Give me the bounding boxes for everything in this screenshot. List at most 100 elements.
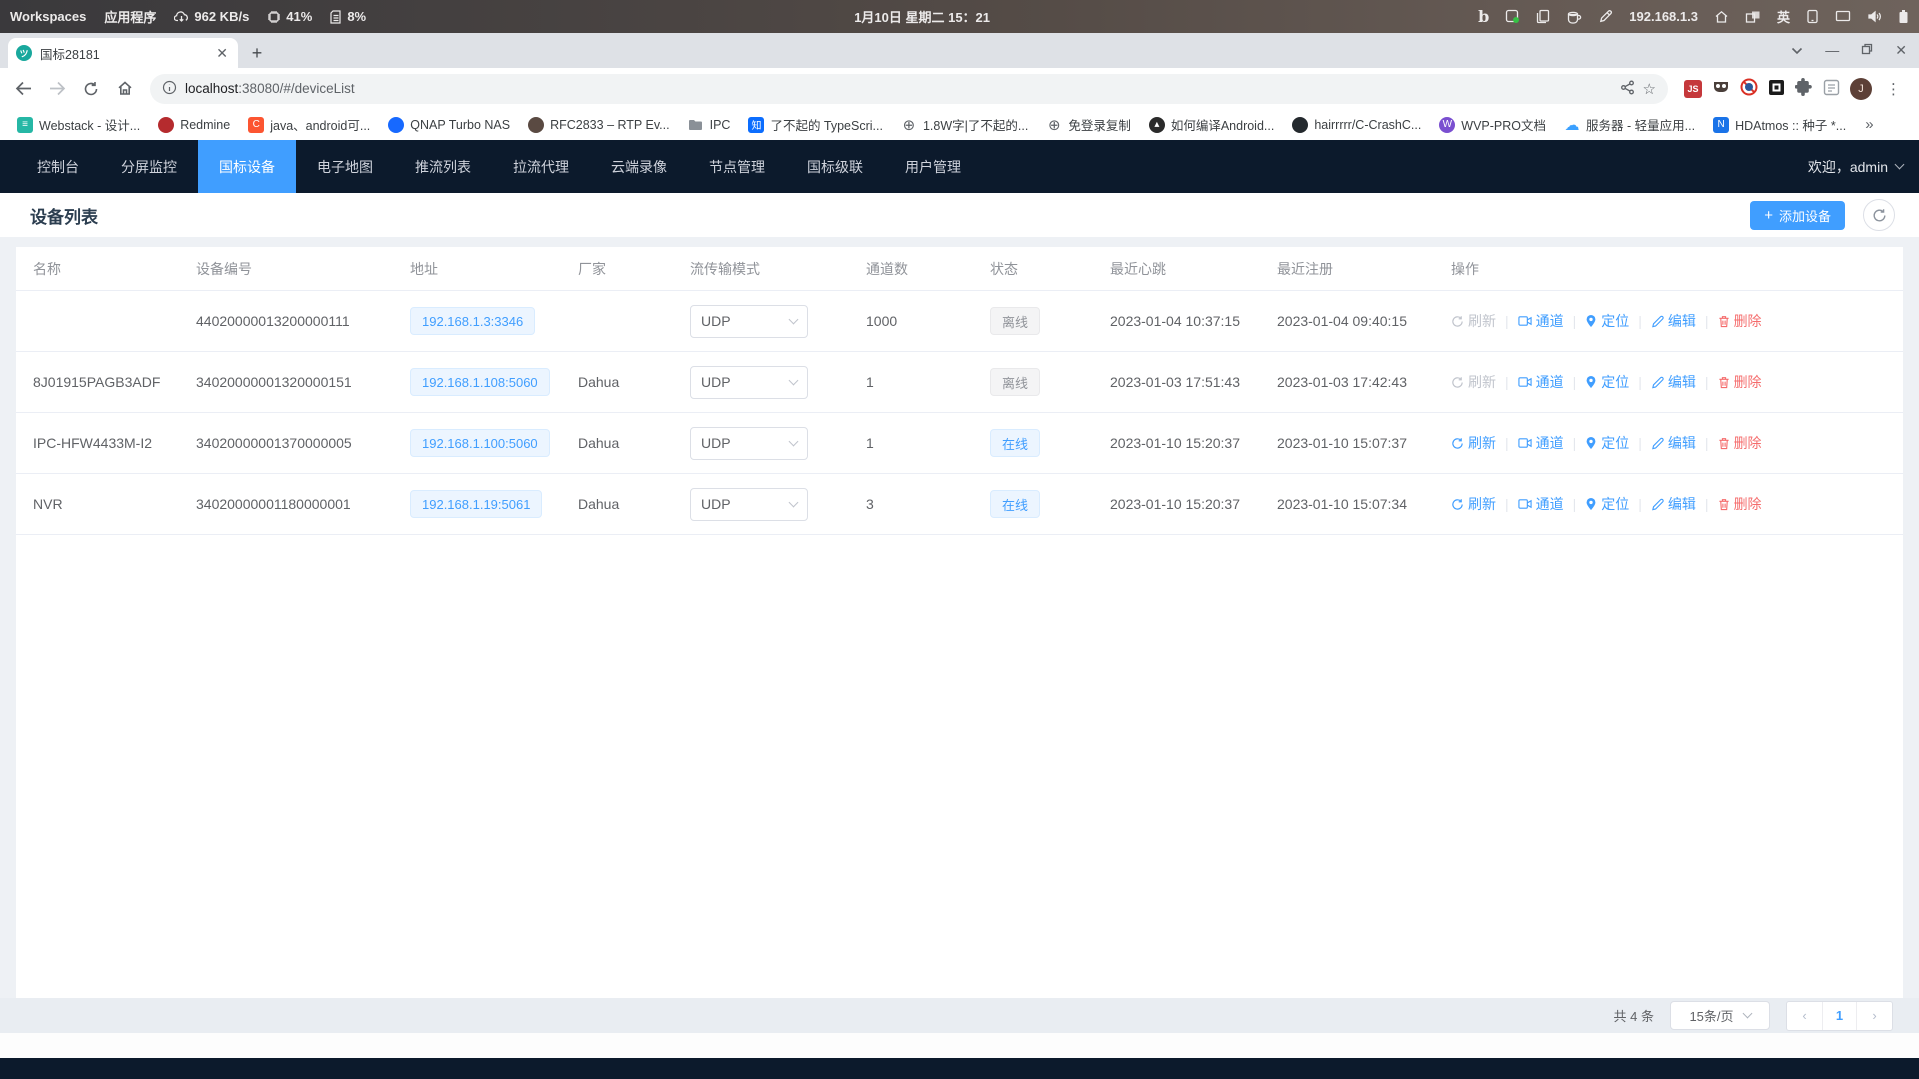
transport-select[interactable]: UDP [690,427,808,460]
nav-menu-item[interactable]: 节点管理 [688,140,786,193]
locate-action[interactable]: 定位 [1585,494,1629,514]
edit-action[interactable]: 编辑 [1651,372,1696,392]
bookmark-item[interactable]: RFC2833 – RTP Ev... [521,114,677,136]
extensions-puzzle-icon[interactable] [1795,78,1813,99]
clipboard-tray-icon[interactable] [1536,9,1550,24]
browser-tab[interactable]: ツ 国标28181 ✕ [8,38,238,68]
mask-extension-icon[interactable] [1712,79,1730,98]
channel-action[interactable]: 通道 [1518,494,1564,514]
bookmark-item[interactable]: IPC [681,114,738,136]
transport-select[interactable]: UDP [690,488,808,521]
prev-page-button[interactable]: ‹ [1787,1002,1822,1030]
user-menu[interactable]: 欢迎，admin [1808,140,1903,193]
profile-avatar[interactable]: J [1850,78,1872,100]
refresh-action[interactable]: 刷新 [1451,494,1496,514]
coffee-tray-icon[interactable] [1566,10,1582,24]
blocker-extension-icon[interactable] [1740,78,1758,99]
locate-action[interactable]: 定位 [1585,372,1629,392]
device-address-tag[interactable]: 192.168.1.19:5061 [410,490,542,518]
transport-select[interactable]: UDP [690,305,808,338]
nav-menu-item[interactable]: 控制台 [16,140,100,193]
window-close-button[interactable]: ✕ [1895,43,1907,57]
device-address-tag[interactable]: 192.168.1.108:5060 [410,368,550,396]
share-icon[interactable] [1620,80,1635,98]
delete-action[interactable]: 删除 [1718,494,1762,514]
locate-action[interactable]: 定位 [1585,433,1629,453]
color-picker-tray-icon[interactable] [1598,9,1613,24]
edit-action[interactable]: 编辑 [1651,494,1696,514]
forward-button[interactable] [42,74,72,104]
bookmark-item[interactable]: C java、android可... [241,112,377,137]
bookmark-item[interactable]: ☁ 服务器 - 轻量应用... [1557,112,1702,137]
refresh-action[interactable]: 刷新 [1451,311,1496,331]
dark-reader-extension-icon[interactable] [1768,79,1785,99]
window-minimize-button[interactable]: — [1825,43,1839,57]
workspaces-button[interactable]: Workspaces [10,9,86,24]
channel-action[interactable]: 通道 [1518,311,1564,331]
screenshot-app-icon[interactable] [1505,9,1520,24]
add-device-button[interactable]: + 添加设备 [1750,201,1845,230]
delete-action[interactable]: 删除 [1718,311,1762,331]
home-tray-icon[interactable] [1714,10,1729,24]
delete-action[interactable]: 删除 [1718,372,1762,392]
applications-button[interactable]: 应用程序 [104,7,156,26]
address-bar[interactable]: localhost:38080/#/deviceList ☆ [150,74,1668,104]
browser-menu-icon[interactable]: ⋮ [1882,80,1905,98]
nav-menu-item[interactable]: 电子地图 [296,140,394,193]
ip-address-indicator[interactable]: 192.168.1.3 [1629,9,1698,24]
refresh-action[interactable]: 刷新 [1451,372,1496,392]
delete-action[interactable]: 删除 [1718,433,1762,453]
display-tray-icon[interactable] [1835,10,1851,23]
transport-select[interactable]: UDP [690,366,808,399]
bookmark-star-icon[interactable]: ☆ [1643,80,1656,98]
bookmark-item[interactable]: QNAP Turbo NAS [381,114,517,136]
reload-button[interactable] [76,74,106,104]
browser-home-button[interactable] [110,74,140,104]
page-size-select[interactable]: 15条/页 [1670,1001,1770,1030]
locate-action[interactable]: 定位 [1585,311,1629,331]
url-text[interactable]: localhost:38080/#/deviceList [185,81,1612,96]
tab-search-chevron-icon[interactable] [1791,43,1803,57]
nav-menu-item[interactable]: 分屏监控 [100,140,198,193]
back-button[interactable] [8,74,38,104]
nav-menu-item[interactable]: 云端录像 [590,140,688,193]
nav-menu-item[interactable]: 推流列表 [394,140,492,193]
bookmark-item[interactable]: 知 了不起的 TypeScri... [741,112,890,137]
nav-menu-item[interactable]: 用户管理 [884,140,982,193]
clock-label[interactable]: 1月10日 星期二 15：21 [854,7,990,26]
bookmark-item[interactable]: W WVP-PRO文档 [1432,112,1553,137]
refresh-list-button[interactable] [1863,199,1895,231]
refresh-action[interactable]: 刷新 [1451,433,1496,453]
cpu-indicator[interactable]: 41% [267,9,312,24]
next-page-button[interactable]: › [1857,1002,1892,1030]
battery-tray-icon[interactable] [1898,9,1909,24]
memory-indicator[interactable]: 8% [330,9,366,24]
phone-link-tray-icon[interactable] [1806,9,1819,24]
nav-menu-item[interactable]: 拉流代理 [492,140,590,193]
channel-action[interactable]: 通道 [1518,433,1564,453]
site-info-icon[interactable] [162,80,177,98]
device-address-tag[interactable]: 192.168.1.100:5060 [410,429,550,457]
network-speed-indicator[interactable]: 962 KB/s [174,9,249,24]
bookmark-item[interactable]: ⊕ 1.8W字|了不起的... [894,112,1035,137]
device-address-tag[interactable]: 192.168.1.3:3346 [410,307,535,335]
input-method-indicator[interactable]: 英 [1777,7,1790,26]
bing-tray-icon[interactable]: b [1478,7,1489,26]
js-extension-icon[interactable]: JS [1684,80,1702,98]
notes-extension-icon[interactable] [1823,79,1840,99]
window-restore-button[interactable] [1861,43,1873,57]
bookmark-item[interactable]: ⊕ 免登录复制 [1039,112,1138,137]
bookmarks-overflow-chevron[interactable]: » [1857,116,1881,133]
bookmark-item[interactable]: N HDAtmos :: 种子 *... [1706,112,1853,137]
volume-tray-icon[interactable] [1867,10,1882,23]
nav-menu-item[interactable]: 国标级联 [786,140,884,193]
window-switcher-tray-icon[interactable] [1745,10,1761,24]
edit-action[interactable]: 编辑 [1651,311,1696,331]
bookmark-item[interactable]: ▴ 如何编译Android... [1142,112,1282,137]
bookmark-item[interactable]: ≡ Webstack - 设计... [10,112,147,137]
bookmark-item[interactable]: hairrrrr/C-CrashC... [1285,114,1428,136]
bookmark-item[interactable]: Redmine [151,114,237,136]
new-tab-button[interactable]: + [244,40,270,66]
tab-close-icon[interactable]: ✕ [214,45,230,62]
current-page-button[interactable]: 1 [1822,1002,1857,1030]
